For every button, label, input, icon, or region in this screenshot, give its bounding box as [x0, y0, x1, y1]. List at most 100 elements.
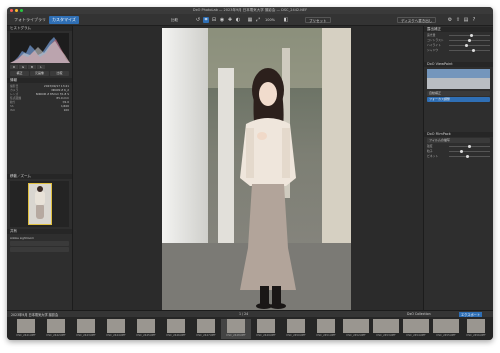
slider-strength[interactable]: 強度 [427, 144, 490, 148]
viewpoint-select[interactable]: 自動補正 [427, 91, 490, 96]
filmstrip-thumbnail[interactable]: DSC_2443.NEF [71, 319, 101, 339]
left-panel: ヒストグラム R G B L 補正 元画像 比較 情報 撮影日 2023/09/1… [7, 26, 73, 310]
slider-track[interactable] [449, 48, 490, 52]
close-window-icon[interactable] [10, 9, 13, 12]
tab-customize[interactable]: カスタマイズ [49, 16, 79, 24]
viewpoint-preview [427, 69, 490, 89]
slider-knob[interactable] [465, 154, 469, 158]
filmstrip-thumbnail[interactable]: DSC_2445.NEF [131, 319, 161, 339]
slider-exposure[interactable]: 露光量 [427, 33, 490, 37]
presets-button[interactable]: プリセット [305, 17, 331, 23]
thumbnail-image [137, 319, 155, 333]
red-eye-icon[interactable]: ◉ [219, 17, 225, 23]
slider-knob[interactable] [468, 144, 471, 148]
channel-toggles: R G B L [10, 65, 69, 69]
disk-export-button[interactable]: ディスクへ書き出し [397, 17, 437, 23]
slider-knob[interactable] [470, 33, 474, 37]
filmstrip-thumbnail[interactable]: DSC_2448.NEF [221, 319, 251, 339]
image-viewer[interactable] [74, 26, 423, 311]
histogram-header[interactable]: ヒストグラム [7, 26, 72, 31]
channel-r[interactable]: R [10, 65, 18, 69]
slider-track[interactable] [449, 144, 490, 148]
minimize-window-icon[interactable] [15, 9, 18, 12]
view-buttons: 補正 元画像 比較 [10, 71, 69, 76]
channel-l[interactable]: L [37, 65, 45, 69]
collection-label[interactable]: DxO Collection [407, 312, 431, 316]
crop-icon[interactable]: ⌗ [203, 17, 209, 23]
channel-b[interactable]: B [28, 65, 36, 69]
navigator-header[interactable]: 移動／ズーム [7, 174, 72, 179]
slider-label: ハイライト [427, 43, 441, 47]
slider-knob[interactable] [459, 149, 463, 153]
filmstrip-thumbnail[interactable]: DSC_2446.NEF [161, 319, 191, 339]
filmstrip-thumbnail[interactable]: DSC_2451.NEF [311, 319, 341, 339]
slider-knob[interactable] [468, 38, 471, 42]
filmstrip-thumbnail[interactable]: DSC_2449.NEF [251, 319, 281, 339]
slider-track[interactable] [449, 149, 490, 153]
thumbnail-filename: DSC_2444.NEF [106, 334, 126, 337]
channel-g[interactable]: G [19, 65, 27, 69]
local-adjust-icon[interactable]: ◐ [235, 17, 241, 23]
slider-knob[interactable] [472, 48, 476, 52]
settings-icon[interactable]: ⚙ [447, 17, 453, 23]
thumbnail-filename: DSC_2455.NEF [436, 334, 456, 337]
filmstrip-thumbnail[interactable]: DSC_2442.NEF [41, 319, 71, 339]
filmstrip-thumbnail[interactable]: DSC_2447.NEF [191, 319, 221, 339]
repair-icon[interactable]: ✚ [227, 17, 233, 23]
slider-vignette[interactable]: ビネット [427, 154, 490, 158]
info-header[interactable]: 情報 [7, 78, 72, 83]
sharing-field-2[interactable] [10, 247, 69, 252]
histogram-graph [10, 37, 70, 63]
light-header[interactable]: 露出補正 [424, 27, 493, 32]
panel-toggle-icon[interactable]: ▤ [463, 17, 469, 23]
original-button[interactable]: 元画像 [30, 71, 49, 76]
split-view-icon[interactable]: ◧ [283, 17, 289, 23]
navigator-frame[interactable] [28, 183, 52, 225]
share-icon[interactable]: ⇪ [455, 17, 461, 23]
grid-icon[interactable]: ▦ [247, 17, 253, 23]
slider-track[interactable] [449, 154, 490, 158]
thumbnail-image [17, 319, 35, 333]
sharing-target[interactable]: Adobe Lightroom [10, 236, 34, 240]
rotate-left-icon[interactable]: ↺ [195, 17, 201, 23]
thumbnail-filename: DSC_2445.NEF [136, 334, 156, 337]
zoom-level[interactable]: 100% [265, 17, 275, 23]
filmstrip-thumbnail[interactable]: DSC_2454.NEF [401, 319, 431, 339]
filmstrip-thumbnail[interactable]: DSC_2450.NEF [281, 319, 311, 339]
horizon-icon[interactable]: ⊟ [211, 17, 217, 23]
tab-photo-library[interactable]: フォトライブラリ [11, 16, 49, 24]
slider-grain[interactable]: 粒子 [427, 149, 490, 153]
thumbnail-image [227, 319, 245, 333]
main-photo[interactable] [162, 28, 351, 311]
slider-contrast[interactable]: コントラスト [427, 38, 490, 42]
filmpack-select[interactable]: フィルムの描写 [427, 138, 490, 143]
viewpoint-button[interactable]: フォーカス調整 [427, 97, 490, 102]
corrected-button[interactable]: 補正 [10, 71, 29, 76]
slider-track[interactable] [449, 33, 490, 37]
filmstrip-thumbnail[interactable]: DSC_2455.NEF [431, 319, 461, 339]
filmpack-header[interactable]: DxO FilmPack [424, 132, 493, 137]
fit-screen-icon[interactable]: ⤢ [255, 17, 261, 23]
title-bar: DxO PhotoLab — 2023年9月 日本電気大学 撮影会 — DSC_… [7, 7, 493, 14]
slider-shadows[interactable]: シャドウ [427, 48, 490, 52]
sharing-field[interactable] [10, 241, 69, 246]
filmstrip: DSC_2441.NEF DSC_2442.NEF DSC_2443.NEF DSC_… [7, 317, 493, 340]
help-icon[interactable]: ? [471, 17, 477, 23]
slider-track[interactable] [449, 43, 490, 47]
filmstrip-thumbnail[interactable]: DSC_2441.NEF [11, 319, 41, 339]
filmstrip-thumbnail[interactable]: DSC_2444.NEF [101, 319, 131, 339]
compare-view-button[interactable]: 比較 [50, 71, 69, 76]
slider-track[interactable] [449, 38, 490, 42]
maximize-window-icon[interactable] [20, 9, 23, 12]
viewpoint-header[interactable]: DxO ViewPoint [424, 62, 493, 67]
info-key: ISO [10, 108, 15, 112]
navigator-preview[interactable] [10, 181, 69, 227]
sharing-header[interactable]: 共有 [7, 229, 72, 234]
slider-knob[interactable] [464, 43, 468, 47]
filmstrip-thumbnail[interactable]: DSC_2456.NEF [461, 319, 491, 339]
filmstrip-thumbnail[interactable]: DSC_2452.NEF [341, 319, 371, 339]
slider-highlights[interactable]: ハイライト [427, 43, 490, 47]
filmstrip-thumbnail[interactable]: DSC_2453.NEF [371, 319, 401, 339]
slider-label: シャドウ [427, 48, 439, 52]
compare-button[interactable]: 比較 [171, 17, 178, 23]
